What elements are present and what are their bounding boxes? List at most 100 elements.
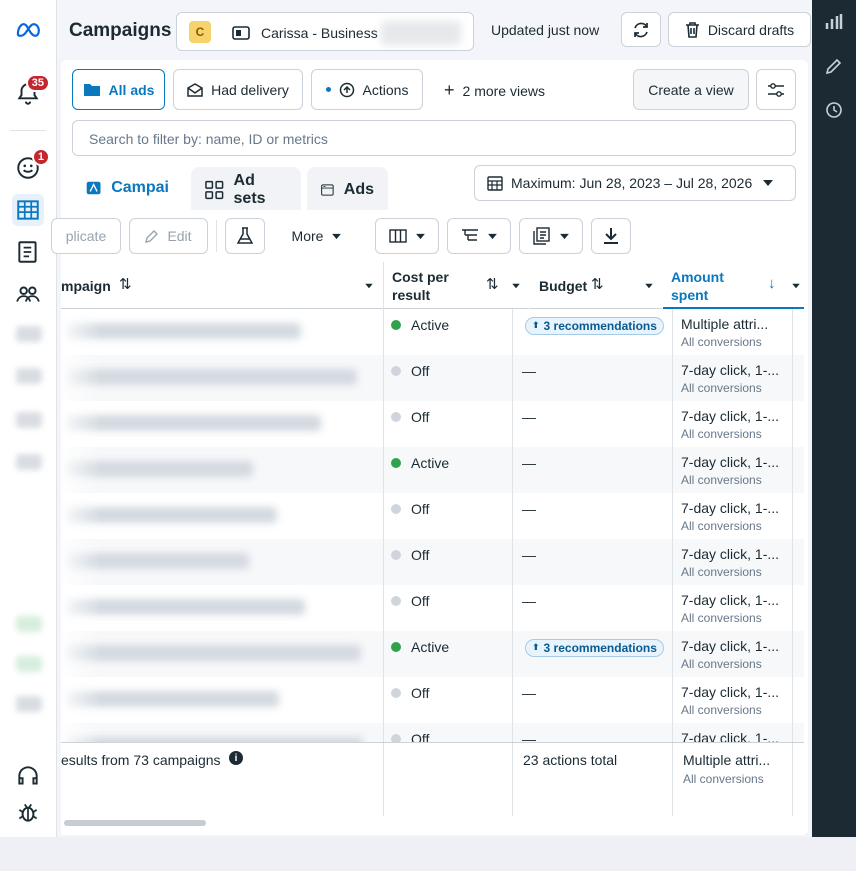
status-dot — [391, 550, 401, 560]
export-download-button[interactable] — [591, 218, 631, 254]
duplicate-button[interactable]: plicate — [51, 218, 121, 254]
reports-book-icon[interactable] — [12, 236, 44, 268]
rail-divider — [10, 130, 46, 131]
horizontal-scrollbar[interactable] — [61, 816, 804, 835]
edit-pencil-icon[interactable] — [824, 56, 844, 76]
summary-amount: Multiple attri... — [683, 752, 771, 768]
column-header-cost-per-result[interactable]: Cost per result ⇅ — [384, 262, 529, 309]
status-label: Off — [411, 547, 430, 563]
notifications-bell-icon[interactable]: 35 — [12, 74, 50, 110]
amount-spent-cell: 7-day click, 1-... All conversions — [681, 407, 779, 443]
sort-descending-icon[interactable]: ↓ — [768, 275, 776, 292]
attribution-setting: 7-day click, 1-... — [681, 684, 780, 700]
chart-bars-icon[interactable] — [824, 12, 844, 32]
blurred-campaign-name[interactable] — [65, 415, 321, 431]
tab-campaigns[interactable]: Campai — [72, 165, 183, 211]
view-all-ads-label: All ads — [108, 81, 155, 98]
refresh-button[interactable] — [621, 12, 661, 47]
more-views-button[interactable]: + 2 more views — [444, 80, 545, 101]
plus-icon: + — [444, 80, 455, 100]
ads-manager-table-icon[interactable] — [12, 194, 44, 226]
table-row[interactable]: Off—7-day click, 1-...All conversions — [61, 401, 804, 447]
calendar-icon — [487, 176, 503, 191]
column-header-amount-spent[interactable]: Amount spent ↓ — [663, 262, 804, 309]
table-row[interactable]: Off—7-day click, 1-...All conversions — [61, 723, 804, 742]
scrollbar-thumb[interactable] — [64, 820, 206, 826]
budget-cell: — — [522, 409, 536, 425]
help-headset-icon[interactable] — [12, 760, 44, 792]
date-range-picker[interactable]: Maximum: Jun 28, 2023 – Jul 28, 2026 — [474, 165, 796, 201]
recommendations-badge[interactable]: ⬆ 3 recommendations — [525, 638, 664, 657]
edit-button[interactable]: Edit — [129, 218, 208, 254]
blurred-campaign-name[interactable] — [65, 645, 361, 661]
sort-icon[interactable]: ⇅ — [119, 275, 132, 293]
status-label: Off — [411, 593, 430, 609]
bug-report-icon[interactable] — [12, 796, 44, 828]
meta-logo-icon[interactable] — [12, 14, 44, 46]
updated-status: Updated just now — [491, 22, 600, 38]
chevron-down-icon[interactable] — [511, 283, 521, 289]
beaker-icon — [237, 227, 253, 244]
reports-button[interactable] — [519, 218, 583, 254]
column-divider — [383, 743, 384, 817]
view-actions-button[interactable]: Actions — [311, 69, 423, 110]
chevron-down-icon — [763, 180, 774, 186]
audiences-people-icon[interactable] — [12, 278, 44, 310]
discard-drafts-button[interactable]: Discard drafts — [668, 12, 811, 47]
account-selector[interactable]: C Carissa - Business — [176, 12, 474, 51]
view-had-delivery-button[interactable]: Had delivery — [173, 69, 303, 110]
history-clock-icon[interactable] — [824, 100, 844, 120]
columns-button[interactable] — [375, 218, 439, 254]
breakdown-button[interactable] — [447, 218, 511, 254]
unsaved-dot — [325, 87, 331, 92]
report-copy-icon — [532, 227, 550, 245]
emoji-face-icon[interactable]: 1 — [12, 148, 50, 184]
arrow-up-circle-icon: ⬆ — [532, 642, 540, 652]
blurred-campaign-name[interactable] — [65, 369, 357, 385]
create-view-button[interactable]: Create a view — [633, 69, 749, 110]
table-row[interactable]: Off — 7-day click, 1-... All conversions — [61, 677, 804, 723]
search-input[interactable]: Search to filter by: name, ID or metrics — [72, 120, 796, 156]
tab-ads[interactable]: Ads — [307, 167, 388, 213]
page-bottom-background — [0, 837, 856, 871]
column-header-campaign[interactable]: mpaign ⇅ — [61, 262, 383, 309]
sort-icon[interactable]: ⇅ — [591, 275, 604, 293]
blurred-rail-item — [16, 454, 42, 470]
table-row[interactable]: Off—7-day click, 1-...All conversions — [61, 355, 804, 401]
chevron-down-icon[interactable] — [791, 283, 801, 289]
more-menu-button[interactable]: More — [273, 218, 361, 254]
sort-icon[interactable]: ⇅ — [486, 275, 499, 293]
delivery-status: Off — [391, 685, 429, 701]
columns-icon — [388, 229, 407, 243]
duplicate-label: plicate — [65, 228, 107, 244]
table-row[interactable]: Active — 7-day click, 1-... All conversions — [61, 447, 804, 493]
account-name: Carissa - Business — [261, 25, 378, 41]
column-header-budget-label: Budget — [539, 278, 588, 294]
column-divider — [512, 743, 513, 817]
test-beaker-button[interactable] — [225, 218, 265, 254]
view-settings-button[interactable] — [756, 69, 796, 110]
budget-value: — — [522, 685, 536, 701]
chevron-down-icon[interactable] — [644, 283, 654, 289]
recommendations-label: 3 recommendations — [543, 318, 657, 333]
chevron-down-icon[interactable] — [364, 283, 374, 289]
table-row[interactable]: Active ⬆ 3 recommendations 7-day click, 1-.… — [61, 631, 804, 677]
blurred-rail-item — [16, 368, 42, 384]
table-row[interactable]: Off—7-day click, 1-...All conversions — [61, 493, 804, 539]
conversion-type: All conversions — [681, 703, 762, 717]
view-all-ads-button[interactable]: All ads — [72, 69, 165, 110]
column-header-budget[interactable]: Budget ⇅ — [530, 262, 662, 309]
status-dot — [391, 504, 401, 514]
blurred-campaign-name[interactable] — [65, 599, 305, 615]
status-dot — [391, 688, 401, 698]
view-had-delivery-label: Had delivery — [211, 81, 289, 98]
upload-circle-icon — [339, 82, 354, 97]
info-icon[interactable]: i — [229, 751, 243, 765]
table-row[interactable]: Off—7-day click, 1-...All conversions — [61, 585, 804, 631]
tab-ad-sets[interactable]: Ad sets — [191, 167, 301, 213]
summary-actions-total: 23 actions total — [523, 752, 618, 768]
recommendations-badge[interactable]: ⬆ 3 recommendations — [525, 316, 664, 335]
table-row[interactable]: Off—7-day click, 1-...All conversions — [61, 539, 804, 585]
table-row[interactable]: Active ⬆ 3 recommendations Multiple attri..… — [61, 309, 804, 355]
status-label: Active — [411, 639, 450, 655]
